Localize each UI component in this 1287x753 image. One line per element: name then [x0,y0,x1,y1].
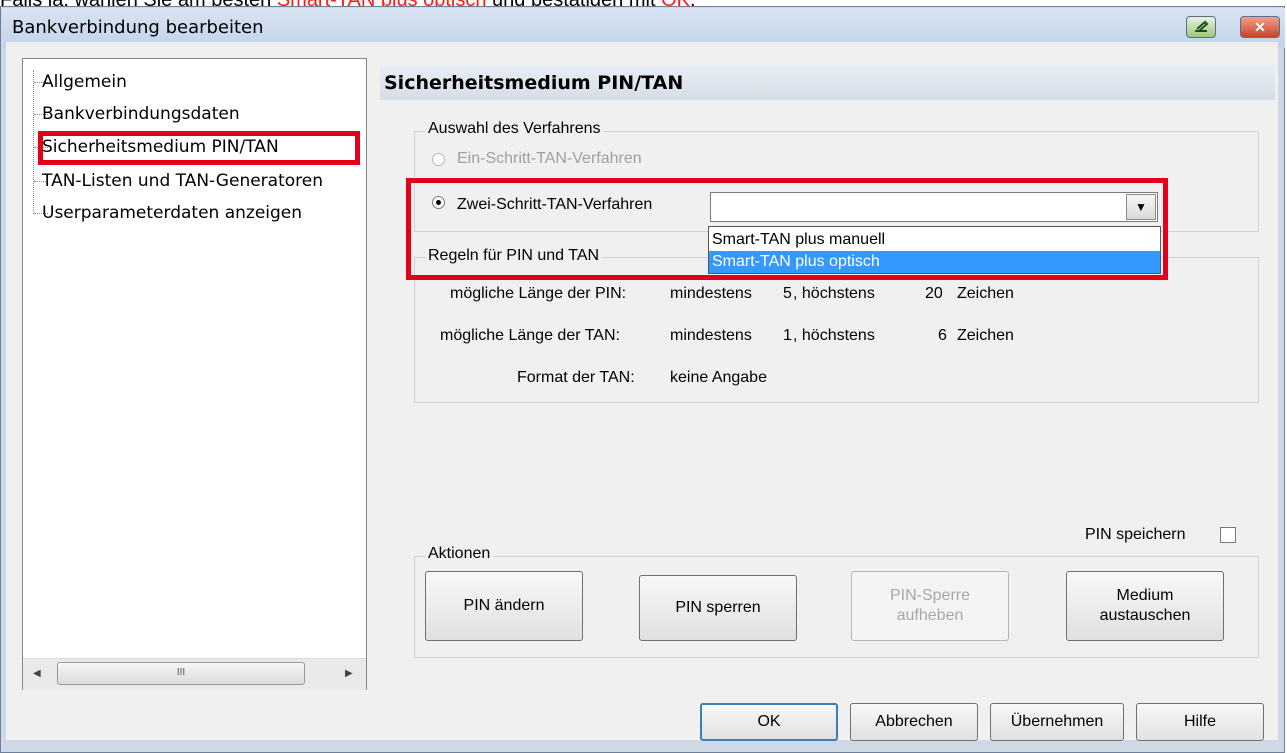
tree-item-bankverbindungsdaten[interactable]: Bankverbindungsdaten [42,103,240,125]
scroll-right-icon[interactable]: ▶ [345,668,353,679]
verfahren-group-label: Auswahl des Verfahrens [425,120,604,138]
close-icon: ✕ [1254,19,1266,35]
tan-max-value: 6 [938,327,947,344]
close-button[interactable]: ✕ [1240,16,1280,38]
pin-speichern-label: PIN speichern [1085,526,1186,543]
aktionen-group-label: Aktionen [425,545,494,563]
help-button[interactable]: Hilfe [1136,703,1264,741]
tan-max-label: , höchstens [793,327,875,344]
tan-unit: Zeichen [957,327,1014,344]
tree-horizontal-scrollbar[interactable]: ◀ III ▶ [23,658,366,690]
pin-length-label: mögliche Länge der PIN: [450,285,627,302]
highlight-box-tree [38,131,360,165]
tree-item-tan-listen[interactable]: TAN-Listen und TAN-Generatoren [42,170,365,192]
section-header: Sicherheitsmedium PIN/TAN [380,66,1275,100]
radio-ein-schritt[interactable] [432,153,445,166]
tree-item-allgemein[interactable]: Allgemein [42,71,127,93]
pin-sperren-button[interactable]: PIN sperren [639,575,797,641]
pin-max-label: , höchstens [793,285,875,302]
window-title: Bankverbindung bearbeiten [12,17,264,38]
scroll-thumb[interactable]: III [57,662,305,685]
highlight-box-verfahren [406,178,1168,280]
pin-aendern-button[interactable]: PIN ändern [425,571,583,641]
restore-button[interactable] [1186,16,1216,38]
pin-speichern-checkbox[interactable] [1220,527,1236,543]
grip-icon: III [176,667,186,678]
tree-connector-line [33,70,34,214]
pin-sperre-aufheben-button[interactable]: PIN-Sperre aufheben [851,571,1009,641]
pin-max-value: 20 [925,285,943,302]
pin-unit: Zeichen [957,285,1014,302]
restore-icon [1195,20,1209,32]
ok-button[interactable]: OK [700,703,838,741]
radio-ein-schritt-label: Ein-Schritt-TAN-Verfahren [457,150,642,167]
tan-length-label: mögliche Länge der TAN: [440,327,620,344]
tan-min-label: mindestens [670,327,752,344]
medium-austauschen-button[interactable]: Medium austauschen [1066,571,1224,641]
section-title: Sicherheitsmedium PIN/TAN [384,72,684,94]
cancel-button[interactable]: Abbrechen [850,703,978,741]
tan-format-label: Format der TAN: [517,369,635,386]
tan-format-value: keine Angabe [670,369,767,386]
pin-min-label: mindestens [670,285,752,302]
tree-item-userparameterdaten[interactable]: Userparameterdaten anzeigen [42,202,302,224]
scroll-left-icon[interactable]: ◀ [33,668,41,679]
tan-min-value: 1 [783,327,792,344]
pin-min-value: 5 [783,285,792,302]
apply-button[interactable]: Übernehmen [990,703,1124,741]
